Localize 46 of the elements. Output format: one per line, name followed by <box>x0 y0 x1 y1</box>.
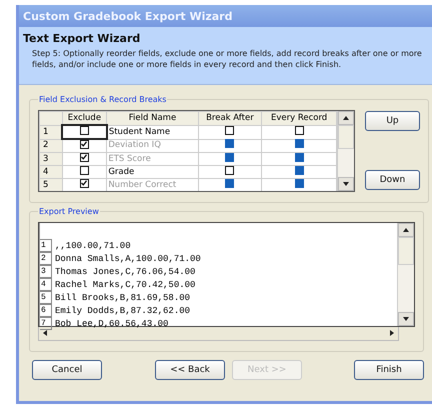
column-header: Break After <box>198 112 262 125</box>
up-arrow-icon[interactable] <box>343 116 349 120</box>
line-number: 1 <box>40 239 52 252</box>
wizard-title: Text Export Wizard <box>23 32 142 45</box>
up-arrow-icon[interactable] <box>403 228 409 232</box>
field-name-cell: Student Name <box>106 125 198 139</box>
line-number: 6 <box>40 304 52 317</box>
line-number: 5 <box>40 291 52 304</box>
window-title: Custom Gradebook Export Wizard <box>19 5 432 27</box>
column-header: Every Record <box>262 112 336 125</box>
row-number: 3 <box>40 152 62 166</box>
horizontal-scrollbar[interactable] <box>38 327 399 341</box>
line-number: 3 <box>40 265 52 278</box>
preview-line: Rachel Marks,C,70.42,50.00 <box>54 280 196 290</box>
wizard-button[interactable]: << Back <box>155 360 225 380</box>
preview-line: Bob Lee,D,60.56,43.00 <box>54 318 168 328</box>
line-number: 4 <box>40 278 52 291</box>
group-title: Field Exclusion & Record Breaks <box>38 95 168 104</box>
row-number: 2 <box>40 139 62 152</box>
vertical-scrollbar[interactable] <box>337 111 354 191</box>
preview-line: ,,100.00,71.00 <box>54 240 131 250</box>
row-number: 5 <box>40 178 62 191</box>
preview-line: Donna Smalls,A,100.00,71.00 <box>54 254 201 264</box>
row-number: 4 <box>40 166 62 178</box>
header-cell <box>40 112 62 125</box>
column-header: Field Name <box>106 112 198 125</box>
group-title: Export Preview <box>38 207 100 216</box>
field-name-cell: Number Correct <box>106 178 198 191</box>
preview-line: Bill Brooks,B,81.69,58.00 <box>54 292 190 302</box>
wizard-description: Step 5: Optionally reorder fields, exclude one or more fields, add record breaks after one or more fields, and/or include one or more fields in every record and then click Finish. <box>32 48 423 70</box>
move-button[interactable]: Down <box>365 170 420 190</box>
wizard-button[interactable]: Cancel <box>32 360 102 380</box>
line-number: 2 <box>40 252 52 265</box>
field-name-cell: Grade <box>106 166 198 178</box>
field-name-cell: ETS Score <box>106 152 198 166</box>
down-arrow-icon[interactable] <box>403 317 409 321</box>
checkbox[interactable] <box>80 126 89 135</box>
preview-line: Emily Dodds,B,87.32,62.00 <box>54 306 190 316</box>
vertical-scrollbar[interactable] <box>397 223 414 326</box>
move-button[interactable]: Up <box>365 111 420 131</box>
exclude-cell[interactable] <box>62 125 107 139</box>
down-arrow-icon[interactable] <box>343 182 349 186</box>
column-header: Exclude <box>62 112 107 125</box>
preview-line: Thomas Jones,C,76.06,54.00 <box>54 266 196 276</box>
field-name-cell: Deviation IQ <box>106 139 198 152</box>
wizard-button[interactable]: Finish <box>354 360 424 380</box>
